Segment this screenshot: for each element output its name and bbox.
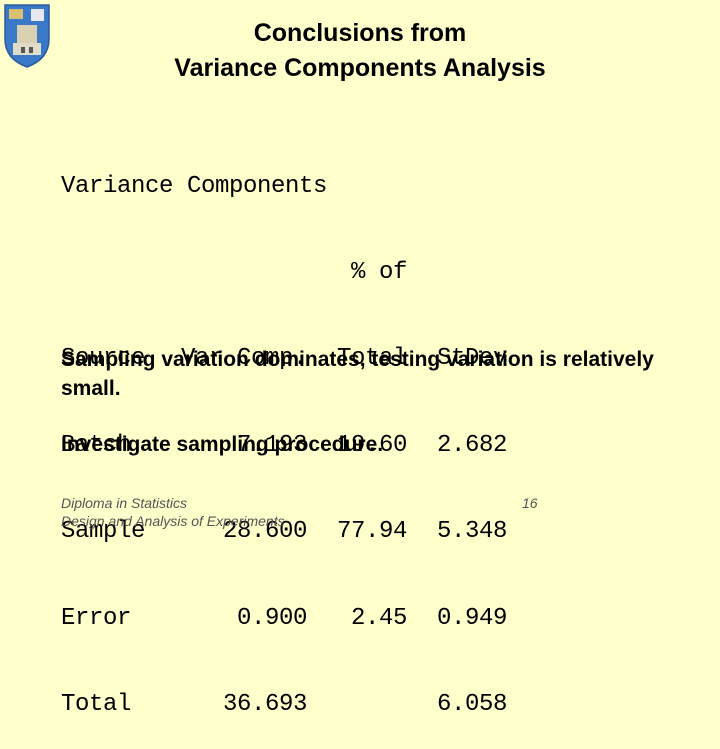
footer: Diploma in Statistics Design and Analysi… [61, 494, 285, 530]
title-line-1: Conclusions from [253, 19, 467, 47]
cell-stdev: 5.348 [436, 518, 507, 546]
cell-source: Error [61, 604, 132, 632]
table-row: Total 36.693 6.058 [61, 691, 507, 720]
slide-title: Conclusions from Variance Components Ana… [0, 16, 720, 86]
cell-stdev: 6.058 [436, 690, 507, 718]
cell-pct-total: 77.94 [336, 518, 407, 546]
cell-pct-total: 2.45 [350, 604, 407, 632]
output-heading: Variance Components [61, 172, 328, 200]
page-number: 16 [522, 495, 538, 511]
conclusion-text-2: Investigate sampling procedure. [61, 433, 384, 456]
cell-source: Total [61, 690, 132, 718]
footer-course: Diploma in Statistics [61, 495, 188, 511]
cell-var-comp: 0.900 [236, 604, 307, 632]
title-line-2: Variance Components Analysis [174, 54, 546, 82]
table-header-top: % of [61, 259, 507, 288]
conclusion-text-1: Sampling variation dominates, testing va… [61, 348, 654, 400]
footer-module: Design and Analysis of Experiments [61, 513, 285, 529]
cell-var-comp: 36.693 [222, 690, 307, 718]
table-row: Error 0.900 2.45 0.949 [61, 605, 507, 634]
cell-stdev: 0.949 [436, 604, 507, 632]
cell-stdev: 2.682 [436, 431, 507, 459]
header-pct-of: % of [350, 258, 407, 286]
